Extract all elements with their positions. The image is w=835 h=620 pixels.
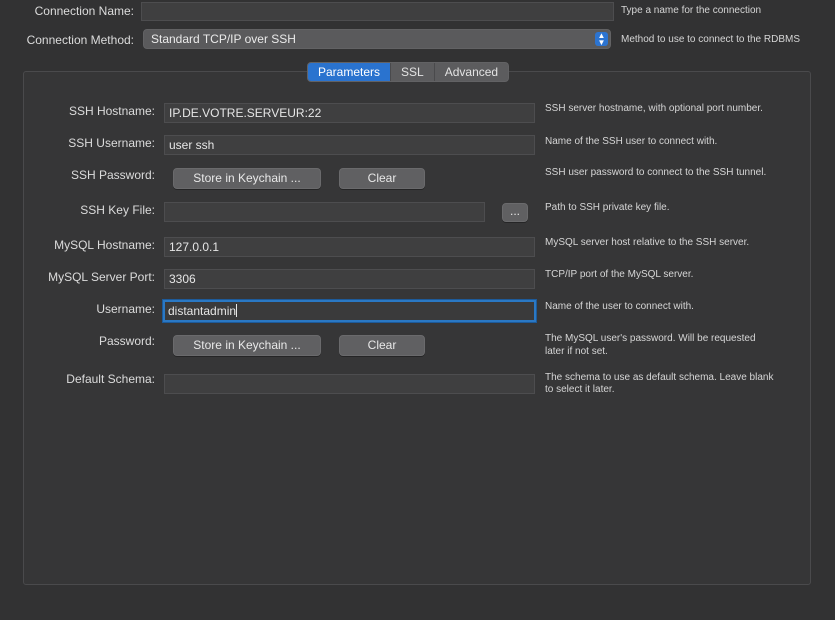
ssh-hostname-help: SSH server hostname, with optional port … [545,103,763,114]
default-schema-label: Default Schema: [66,372,155,386]
tab-bar: Parameters SSL Advanced [307,62,510,82]
ssh-clear-password-button[interactable]: Clear [339,168,425,189]
mysql-hostname-input[interactable]: 127.0.0.1 [164,237,535,257]
mysql-port-input[interactable]: 3306 [164,269,535,289]
tab-ssl[interactable]: SSL [391,63,435,81]
mysql-hostname-help: MySQL server host relative to the SSH se… [545,237,750,248]
username-label: Username: [96,302,155,316]
connection-method-label: Connection Method: [26,33,134,47]
ssh-password-label: SSH Password: [70,168,155,182]
ssh-key-file-input[interactable] [164,202,485,222]
connection-method-select[interactable]: Standard TCP/IP over SSH ▲ ▼ [143,29,611,49]
ssh-key-file-label: SSH Key File: [80,203,155,217]
ssh-password-help: SSH user password to connect to the SSH … [545,167,767,178]
mysql-port-help: TCP/IP port of the MySQL server. [545,269,694,280]
ssh-store-keychain-button[interactable]: Store in Keychain ... [173,168,321,189]
default-schema-help-line1: The schema to use as default schema. Lea… [545,372,774,383]
ssh-username-label: SSH Username: [68,136,155,150]
ssh-hostname-label: SSH Hostname: [68,104,155,118]
text-caret [236,304,238,317]
password-label: Password: [98,334,155,348]
default-schema-help-line2: to select it later. [545,384,615,395]
connection-dialog: Connection Name: Type a name for the con… [0,0,835,620]
mysql-hostname-label: MySQL Hostname: [54,238,155,252]
ssh-key-file-help: Path to SSH private key file. [545,202,670,213]
username-value: distantadmin [168,304,237,318]
username-input[interactable]: distantadmin [163,300,536,322]
username-help: Name of the user to connect with. [545,301,694,312]
mysql-port-label: MySQL Server Port: [48,270,155,284]
password-help-line1: The MySQL user's password. Will be reque… [545,333,756,344]
connection-name-input[interactable] [141,2,614,21]
tab-advanced[interactable]: Advanced [435,63,508,81]
browse-key-file-button[interactable]: ... [502,203,528,222]
ssh-hostname-input[interactable]: IP.DE.VOTRE.SERVEUR:22 [164,103,535,123]
ssh-username-help: Name of the SSH user to connect with. [545,136,718,147]
default-schema-input[interactable] [164,374,535,394]
connection-method-value: Standard TCP/IP over SSH [151,32,296,46]
tab-parameters[interactable]: Parameters [308,63,392,81]
password-help-line2: later if not set. [545,346,608,357]
connection-name-help: Type a name for the connection [621,5,762,16]
ssh-username-input[interactable]: user ssh [164,135,535,155]
connection-method-help: Method to use to connect to the RDBMS [621,34,800,45]
chevron-up-down-icon: ▲ ▼ [595,32,608,47]
store-keychain-button[interactable]: Store in Keychain ... [173,335,321,356]
connection-name-label: Connection Name: [34,4,134,18]
clear-password-button[interactable]: Clear [339,335,425,356]
